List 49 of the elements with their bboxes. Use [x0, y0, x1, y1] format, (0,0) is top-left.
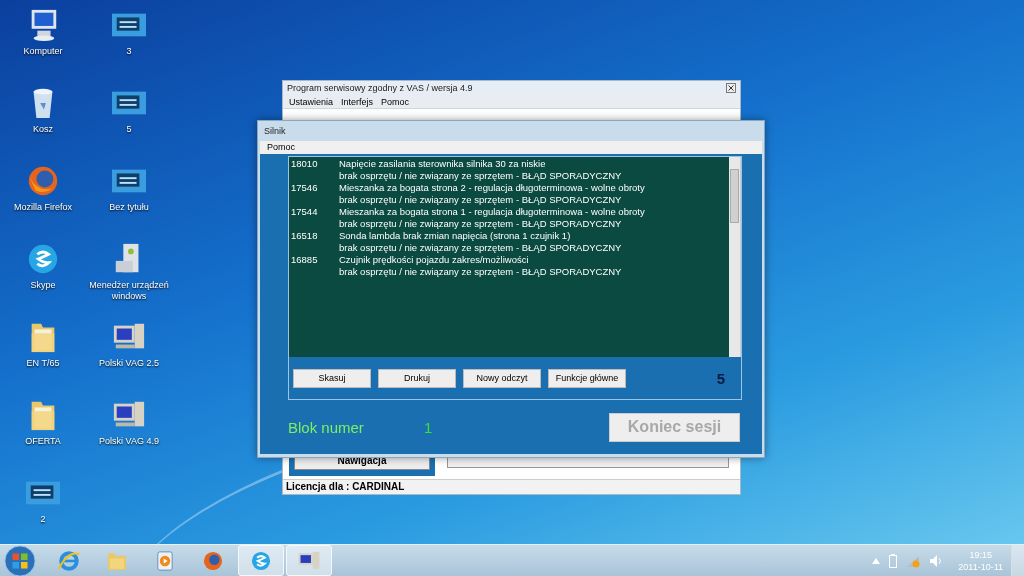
fault-count: 5: [716, 369, 725, 387]
fault-code: 18010: [291, 158, 319, 170]
fault-description: Mieszanka za bogata strona 2 - regulacja długoterminowa - wolne obroty: [339, 182, 645, 194]
icon-label: Menedżer urządzeń windows: [89, 280, 169, 302]
action-button[interactable]: Skasuj: [293, 368, 371, 388]
fault-detail: brak osprzętu / nie związany ze sprzętem - BŁĄD SPORADYCZNY: [339, 170, 622, 182]
icon-label: 2: [39, 514, 47, 525]
icon-label: Komputer: [22, 46, 64, 57]
taskbar-button[interactable]: [286, 545, 332, 576]
icon-label: 3: [125, 46, 133, 57]
action-button[interactable]: Nowy odczyt: [463, 368, 541, 388]
icon-label: 5: [125, 124, 133, 135]
fault-description: Sonda lambda brak zmian napięcia (strona 1 czujnik 1): [339, 230, 571, 242]
block-label: Blok numer: [288, 418, 365, 436]
icon-label: Mozilla Firefox: [13, 202, 73, 213]
fault-description: Czujnik prędkości pojazdu zakres/możliwości: [339, 254, 529, 266]
time: 19:15: [969, 548, 992, 561]
icon-label: Skype: [29, 280, 57, 291]
date: 2011-10-11: [958, 560, 1003, 573]
menu-item[interactable]: Pomoc: [381, 96, 410, 107]
fault-description: Napięcie zasilania sterownika silnika 30 za niskie: [339, 158, 546, 170]
action-button[interactable]: Funkcje główne: [548, 368, 626, 388]
window-title: Program serwisowy zgodny z VAS / wersja 4.9: [287, 83, 473, 93]
icon-label: Kosz: [32, 124, 54, 135]
icon-label: Polski VAG 4.9: [98, 436, 160, 447]
status-bar: Licencja dla : CARDINAL: [283, 479, 740, 494]
fault-description: Mieszanka za bogata strona 1 - regulacja długoterminowa - wolne obroty: [339, 206, 645, 218]
start-button[interactable]: [3, 543, 37, 576]
fault-detail: brak osprzętu / nie związany ze sprzętem - BŁĄD SPORADYCZNY: [339, 194, 622, 206]
action-button[interactable]: Drukuj: [378, 368, 456, 388]
icon-label: OFERTA: [24, 436, 62, 447]
icon-label: EN T/65: [25, 358, 61, 369]
dialog-title: Silnik: [264, 126, 286, 136]
fault-code: 16885: [291, 254, 319, 266]
block-number: 1: [424, 418, 433, 436]
fault-detail: brak osprzętu / nie związany ze sprzętem - BŁĄD SPORADYCZNY: [339, 242, 622, 254]
icon-label: Bez tytułu: [108, 202, 150, 213]
close-icon[interactable]: [726, 83, 736, 93]
fault-code: 17544: [291, 206, 319, 218]
fault-detail: brak osprzętu / nie związany ze sprzętem - BŁĄD SPORADYCZNY: [339, 218, 622, 230]
fault-code: 16518: [291, 230, 319, 242]
menu-item[interactable]: Ustawienia: [289, 96, 334, 107]
menu-item[interactable]: Pomoc: [267, 142, 295, 152]
menu-item[interactable]: Interfejs: [341, 96, 374, 107]
browser-icon: [56, 548, 82, 573]
fault-code: 17546: [291, 182, 319, 194]
scrollbar[interactable]: [729, 157, 740, 357]
fault-detail: brak osprzętu / nie związany ze sprzętem - BŁĄD SPORADYCZNY: [339, 266, 622, 278]
icon-label: Polski VAG 2.5: [98, 358, 160, 369]
